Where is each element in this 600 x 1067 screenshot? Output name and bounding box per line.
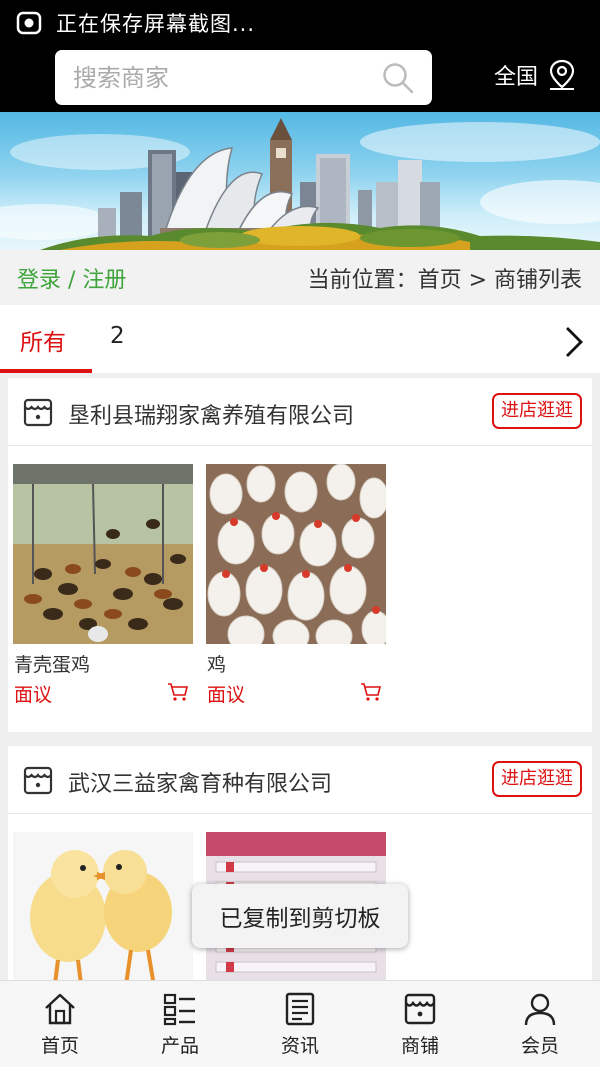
home-icon — [45, 993, 75, 1025]
nav-home[interactable]: 首页 — [0, 981, 120, 1067]
screenshot-icon — [16, 11, 42, 35]
tab-all[interactable]: 所有 — [20, 323, 66, 357]
nav-member[interactable]: 会员 — [480, 981, 600, 1067]
tab-2[interactable]: 2 — [110, 323, 125, 349]
category-tabs: 所有 2 — [0, 305, 600, 373]
product-list: 青壳蛋鸡 面议 鸡 面议 — [8, 446, 592, 732]
nav-label: 产品 — [160, 1035, 199, 1057]
product-name[interactable]: 鸡 — [206, 650, 386, 677]
region-selector[interactable]: 全国 — [494, 58, 578, 92]
nav-label: 首页 — [40, 1035, 79, 1057]
product-price: 面议 — [14, 684, 53, 706]
region-label: 全国 — [494, 65, 539, 90]
product-name[interactable]: 青壳蛋鸡 — [13, 650, 193, 677]
status-bar: 正在保存屏幕截图... — [0, 0, 600, 46]
cart-icon[interactable] — [167, 682, 189, 702]
active-tab-indicator — [0, 369, 92, 373]
product-image[interactable] — [13, 464, 193, 644]
shop-name[interactable]: 垦利县瑞翔家禽养殖有限公司 — [68, 398, 354, 430]
status-text: 正在保存屏幕截图... — [56, 12, 256, 36]
shop-icon — [404, 993, 436, 1025]
breadcrumb: 当前位置：首页 > 商铺列表 — [307, 267, 582, 293]
nav-shops[interactable]: 商铺 — [360, 981, 480, 1067]
shop-header[interactable]: 垦利县瑞翔家禽养殖有限公司 进店逛逛 — [8, 378, 592, 446]
shop-name[interactable]: 武汉三益家禽育种有限公司 — [68, 766, 332, 798]
white-chickens-photo — [206, 464, 386, 644]
location-pin-icon — [549, 59, 575, 90]
nav-label: 会员 — [520, 1035, 559, 1057]
shop-card: 垦利县瑞翔家禽养殖有限公司 进店逛逛 青壳蛋鸡 面议 鸡 面议 — [8, 378, 592, 732]
header: 全国 — [0, 46, 600, 112]
product-image[interactable] — [206, 464, 386, 644]
nav-news[interactable]: 资讯 — [240, 981, 360, 1067]
breadcrumb-bar: 登录 / 注册 当前位置：首页 > 商铺列表 — [0, 250, 600, 305]
cart-icon[interactable] — [360, 682, 382, 702]
product-card[interactable]: 鸡 面议 — [206, 464, 386, 707]
product-price: 面议 — [207, 684, 246, 706]
bottom-navigation: 首页 产品 资讯 商铺 会员 — [0, 980, 600, 1067]
search-box[interactable] — [55, 50, 432, 105]
visit-store-button[interactable]: 进店逛逛 — [492, 393, 582, 429]
app-screen: 正在保存屏幕截图... 全国 — [0, 0, 600, 1067]
user-icon — [524, 993, 556, 1026]
nav-label: 商铺 — [400, 1035, 439, 1057]
banner-illustration — [0, 118, 600, 250]
visit-store-button[interactable]: 进店逛逛 — [492, 761, 582, 797]
list-icon — [163, 993, 195, 1026]
search-icon[interactable] — [382, 62, 414, 94]
city-banner[interactable] — [0, 112, 600, 250]
search-input[interactable] — [73, 63, 363, 92]
auth-separator: / — [61, 267, 83, 293]
nav-products[interactable]: 产品 — [120, 981, 240, 1067]
product-card[interactable]: 青壳蛋鸡 面议 — [13, 464, 193, 707]
shop-header[interactable]: 武汉三益家禽育种有限公司 进店逛逛 — [8, 746, 592, 814]
store-icon — [23, 398, 53, 427]
copied-toast: 已复制到剪切板 — [192, 884, 408, 948]
store-icon — [23, 766, 53, 795]
register-link[interactable]: 注册 — [82, 268, 126, 293]
chevron-right-icon[interactable] — [564, 325, 584, 359]
login-link[interactable]: 登录 — [17, 268, 61, 293]
nav-label: 资讯 — [280, 1035, 319, 1057]
auth-links: 登录 / 注册 — [17, 262, 126, 294]
news-icon — [285, 992, 315, 1026]
chicken-farm-photo — [13, 464, 193, 644]
